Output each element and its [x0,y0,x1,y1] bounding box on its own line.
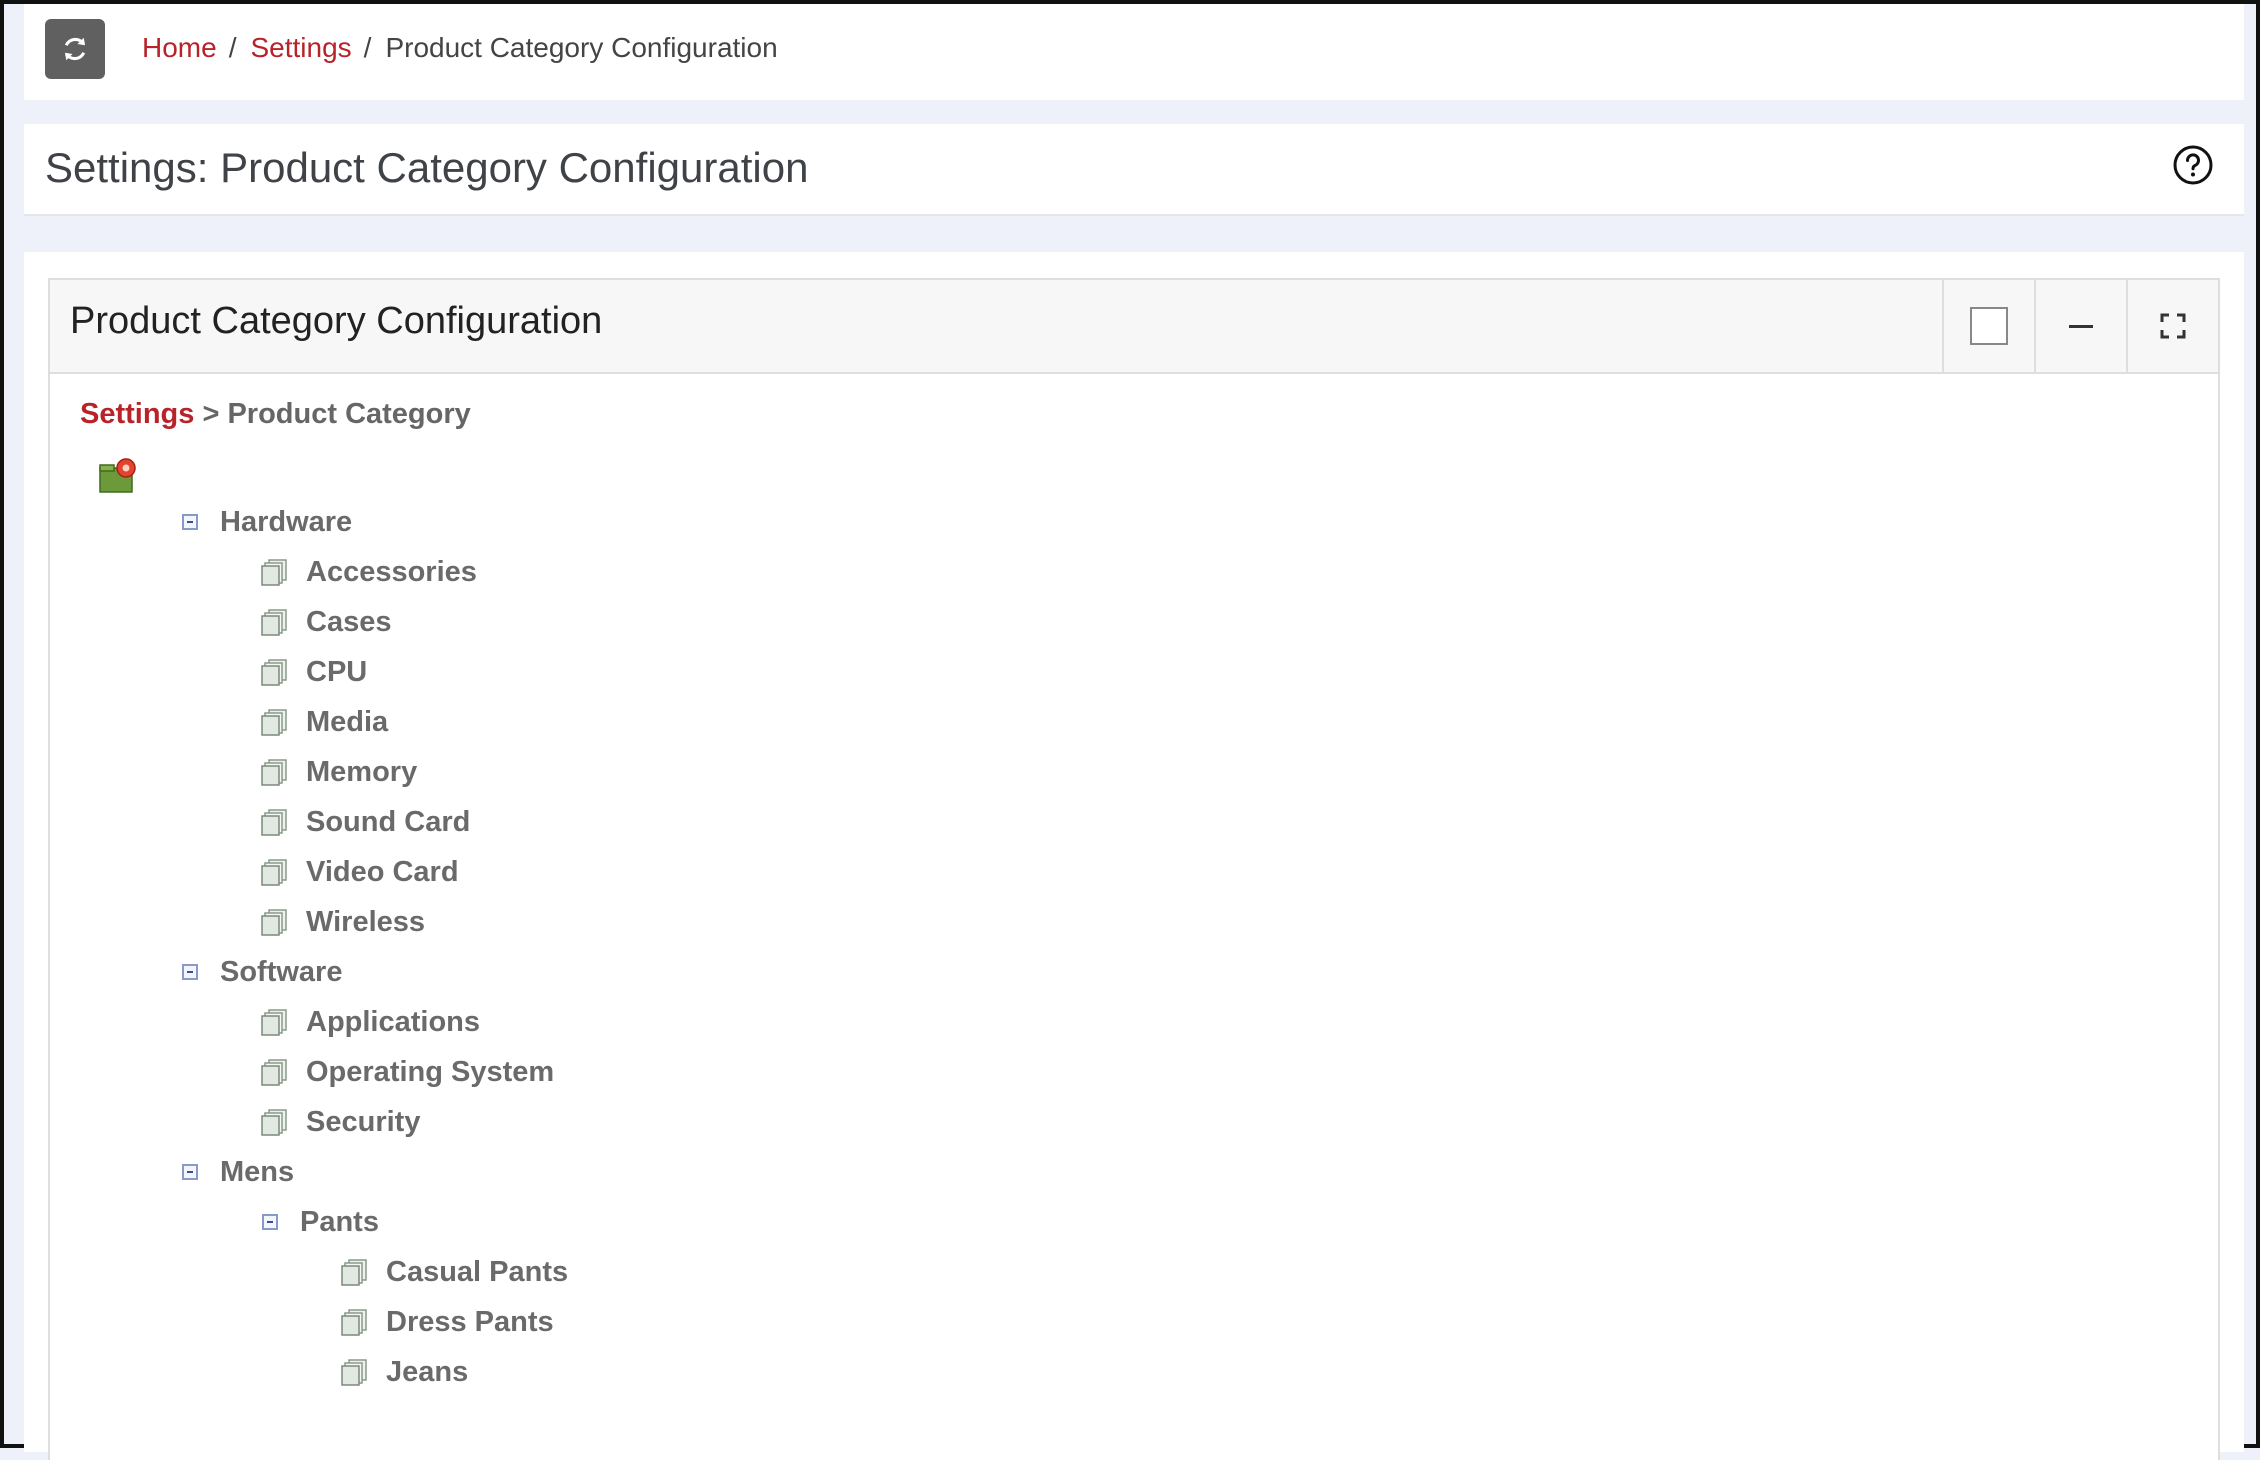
category-panel: Product Category Configuration Settings … [48,278,2220,1460]
tree-node-pants[interactable]: Pants [262,1202,379,1242]
tree-leaf-label: Video Card [306,855,459,888]
tree-leaf[interactable]: Applications [260,1002,480,1042]
tree-node-label: Software [220,955,343,988]
tree-node-software[interactable]: Software [182,952,342,992]
page-header: Settings: Product Category Configuration [24,124,2244,216]
tree-leaf[interactable]: CPU [260,652,367,692]
tree-leaf[interactable]: Jeans [340,1352,468,1392]
top-bar: Home / Settings / Product Category Confi… [24,4,2244,100]
category-icon [261,709,287,736]
tree-leaf-label: Memory [306,755,418,788]
category-icon [261,609,287,636]
collapse-icon[interactable] [182,964,198,980]
breadcrumb-home-link[interactable]: Home [142,32,217,64]
refresh-button[interactable] [45,19,105,79]
select-checkbox[interactable] [1942,280,2034,372]
fullscreen-button[interactable] [2126,280,2218,372]
minus-icon [2069,324,2093,328]
tree-leaf-label: Applications [306,1005,481,1038]
help-icon[interactable] [2172,144,2214,186]
panel-tools [1942,280,2218,372]
breadcrumb-separator: / [228,32,237,63]
minimize-button[interactable] [2034,280,2126,372]
breadcrumb-current: Product Category Configuration [385,32,778,63]
tree-leaf[interactable]: Cases [260,602,391,642]
refresh-icon [64,37,86,61]
tree-leaf-label: CPU [306,655,368,688]
collapse-icon[interactable] [182,1164,198,1180]
category-icon [261,759,287,786]
category-icon [261,859,287,886]
tree-leaf[interactable]: Operating System [260,1052,554,1092]
category-root-icon[interactable] [98,456,138,494]
collapse-icon[interactable] [182,514,198,530]
category-icon [261,1009,287,1036]
tree-node-label: Hardware [220,505,353,538]
tree-node-label: Pants [300,1205,379,1238]
checkbox-icon [1970,307,2008,345]
category-icon [261,809,287,836]
tree-leaf[interactable]: Dress Pants [340,1302,554,1342]
tree-leaf-label: Operating System [306,1055,555,1088]
category-icon [261,1059,287,1086]
tree-leaf-label: Sound Card [306,805,471,838]
sub-breadcrumb-settings-link[interactable]: Settings [80,398,194,430]
tree-leaf[interactable]: Sound Card [260,802,470,842]
category-icon [261,559,287,586]
breadcrumb: Home / Settings / Product Category Confi… [142,32,778,64]
category-icon [261,1109,287,1136]
tree-leaf[interactable]: Security [260,1102,420,1142]
tree-leaf[interactable]: Media [260,702,388,742]
category-icon [341,1359,367,1386]
breadcrumb-separator: / [363,32,372,63]
tree-leaf-label: Media [306,705,389,738]
tree-leaf[interactable]: Memory [260,752,417,792]
tree-node-label: Mens [220,1155,295,1188]
tree-leaf-label: Cases [306,605,392,638]
page-title: Settings: Product Category Configuration [45,144,809,191]
tree-leaf-label: Wireless [306,905,426,938]
category-icon [341,1309,367,1336]
tree-leaf-label: Jeans [386,1355,469,1388]
category-icon [261,659,287,686]
tree-leaf-label: Casual Pants [386,1255,569,1288]
tree-leaf-label: Security [306,1105,421,1138]
tree-leaf-label: Accessories [306,555,477,588]
category-icon [341,1259,367,1286]
tree-leaf[interactable]: Accessories [260,552,477,592]
tree-leaf[interactable]: Casual Pants [340,1252,568,1292]
panel-title: Product Category Configuration [70,300,603,342]
tree-leaf[interactable]: Video Card [260,852,459,892]
sub-breadcrumb: Settings > Product Category [80,398,471,431]
sub-breadcrumb-current: > Product Category [194,398,471,430]
tree-leaf-label: Dress Pants [386,1305,554,1338]
breadcrumb-settings-link[interactable]: Settings [250,32,351,64]
tree-leaf[interactable]: Wireless [260,902,425,942]
tree-node-hardware[interactable]: Hardware [182,502,352,542]
panel-header: Product Category Configuration [50,280,2218,374]
category-icon [261,909,287,936]
content-area: Product Category Configuration Settings … [24,252,2244,1460]
expand-icon [2160,313,2186,339]
collapse-icon[interactable] [262,1214,278,1230]
tree-node-mens[interactable]: Mens [182,1152,294,1192]
